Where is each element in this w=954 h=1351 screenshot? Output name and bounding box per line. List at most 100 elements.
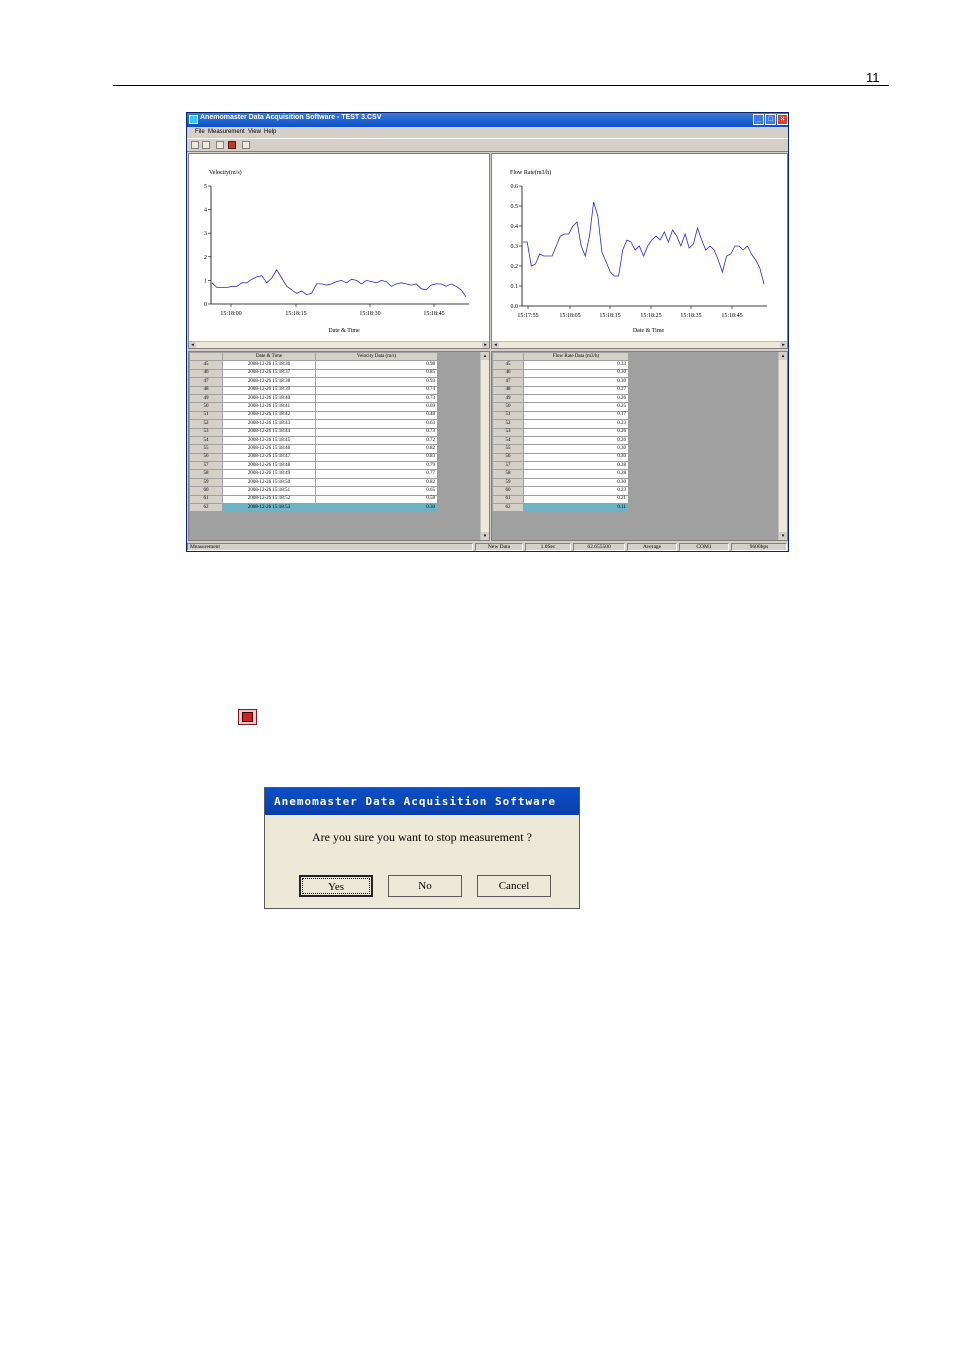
table-row[interactable]: 54 2008-12-26 15:18:45 0.72 bbox=[189, 435, 438, 446]
table-row[interactable]: 61 0.21 bbox=[492, 494, 629, 505]
cell-flow[interactable]: 0.28 bbox=[523, 469, 629, 479]
cell-flow[interactable]: 0.23 bbox=[523, 419, 629, 429]
cell-velocity[interactable]: 0.63 bbox=[315, 419, 438, 429]
cell-velocity[interactable]: 0.73 bbox=[315, 427, 438, 437]
flow-grid-scrollbar[interactable]: ▴ ▾ bbox=[778, 352, 787, 540]
table-row[interactable]: 57 0.28 bbox=[492, 461, 629, 471]
table-row[interactable]: 59 0.30 bbox=[492, 477, 629, 488]
cell-flow[interactable]: 0.26 bbox=[523, 393, 629, 404]
maximize-button[interactable]: □ bbox=[765, 114, 776, 125]
cell-datetime[interactable]: 2008-12-26 15:18:51 bbox=[222, 486, 316, 496]
cell-flow[interactable]: 0.30 bbox=[523, 444, 629, 454]
table-row[interactable]: 56 2008-12-26 15:18:47 0.83 bbox=[189, 452, 438, 463]
table-row[interactable]: 52 2008-12-26 15:18:43 0.63 bbox=[189, 419, 438, 429]
table-row[interactable]: 56 0.30 bbox=[492, 452, 629, 463]
scroll-left-button[interactable]: ◂ bbox=[189, 342, 196, 348]
yes-button[interactable]: Yes bbox=[299, 875, 373, 897]
cell-velocity[interactable]: 0.77 bbox=[315, 469, 438, 479]
cell-datetime[interactable]: 2008-12-26 15:18:42 bbox=[222, 410, 316, 421]
cell-velocity[interactable]: 0.73 bbox=[315, 393, 438, 404]
cell-flow[interactable]: 0.17 bbox=[523, 410, 629, 421]
scroll-right-button[interactable]: ▸ bbox=[482, 342, 489, 348]
cell-velocity[interactable]: 0.93 bbox=[315, 377, 438, 387]
table-row[interactable]: 57 2008-12-26 15:18:48 0.79 bbox=[189, 461, 438, 471]
dialog-title-bar[interactable]: Anemomaster Data Acquisition Software bbox=[265, 788, 579, 815]
table-row[interactable]: 61 2008-12-26 15:18:52 0.58 bbox=[189, 494, 438, 505]
cell-flow[interactable]: 0.30 bbox=[523, 452, 629, 463]
cell-velocity[interactable]: 0.58 bbox=[315, 494, 438, 505]
table-row[interactable]: 55 0.30 bbox=[492, 444, 629, 454]
table-row[interactable]: 46 0.30 bbox=[492, 368, 629, 379]
cell-velocity[interactable]: 0.83 bbox=[315, 452, 438, 463]
column-header-flow[interactable]: Flow Rate Data (m3/h) bbox=[523, 352, 629, 362]
cell-flow[interactable]: 0.33 bbox=[523, 360, 629, 370]
cell-flow[interactable]: 0.21 bbox=[523, 494, 629, 505]
table-row[interactable]: 46 2008-12-26 15:18:37 0.85 bbox=[189, 368, 438, 379]
table-row[interactable]: 60 0.23 bbox=[492, 486, 629, 496]
table-row[interactable]: 51 2008-12-26 15:18:42 0.48 bbox=[189, 410, 438, 421]
scroll-right-button[interactable]: ▸ bbox=[780, 342, 787, 348]
cell-datetime[interactable]: 2008-12-26 15:18:36 bbox=[222, 360, 316, 370]
scroll-up-button[interactable]: ▴ bbox=[481, 352, 489, 360]
minimize-button[interactable]: _ bbox=[753, 114, 764, 125]
cell-velocity[interactable]: 0.85 bbox=[315, 368, 438, 379]
table-row[interactable]: 45 2008-12-26 15:18:36 0.98 bbox=[189, 360, 438, 370]
title-bar[interactable]: Anemomaster Data Acquisition Software - … bbox=[187, 113, 788, 127]
column-header-datetime[interactable]: Date & Time bbox=[222, 352, 316, 362]
cell-flow[interactable]: 0.11 bbox=[523, 503, 629, 513]
cell-velocity[interactable]: 0.98 bbox=[315, 360, 438, 370]
cancel-button[interactable]: Cancel bbox=[477, 875, 551, 897]
cell-datetime[interactable]: 2008-12-26 15:18:38 bbox=[222, 377, 316, 387]
cell-flow[interactable]: 0.30 bbox=[523, 377, 629, 387]
menu-file[interactable]: File bbox=[195, 129, 205, 135]
flow-chart-scrollbar[interactable]: ◂ ▸ bbox=[492, 341, 787, 348]
menu-view[interactable]: View bbox=[248, 129, 261, 135]
cell-datetime[interactable]: 2008-12-26 15:18:39 bbox=[222, 385, 316, 395]
cell-flow[interactable]: 0.23 bbox=[523, 486, 629, 496]
table-row[interactable]: 47 2008-12-26 15:18:38 0.93 bbox=[189, 377, 438, 387]
cell-datetime[interactable]: 2008-12-26 15:18:41 bbox=[222, 402, 316, 412]
cell-flow[interactable]: 0.27 bbox=[523, 385, 629, 395]
cell-velocity[interactable]: 0.72 bbox=[315, 435, 438, 446]
cell-velocity[interactable]: 0.69 bbox=[315, 402, 438, 412]
table-row[interactable]: 62 2008-12-26 15:18:53 0.30 bbox=[189, 503, 438, 513]
table-row[interactable]: 48 0.27 bbox=[492, 385, 629, 395]
cell-datetime[interactable]: 2008-12-26 15:18:37 bbox=[222, 368, 316, 379]
export-icon[interactable] bbox=[242, 141, 250, 149]
table-row[interactable]: 58 2008-12-26 15:18:49 0.77 bbox=[189, 469, 438, 479]
cell-flow[interactable]: 0.28 bbox=[523, 461, 629, 471]
table-row[interactable]: 50 2008-12-26 15:18:41 0.69 bbox=[189, 402, 438, 412]
cell-velocity[interactable]: 0.82 bbox=[315, 477, 438, 488]
cell-flow[interactable]: 0.25 bbox=[523, 402, 629, 412]
table-row[interactable]: 54 0.26 bbox=[492, 435, 629, 446]
cell-velocity[interactable]: 0.30 bbox=[315, 503, 438, 513]
cell-datetime[interactable]: 2008-12-26 15:18:53 bbox=[222, 503, 316, 513]
cell-velocity[interactable]: 0.48 bbox=[315, 410, 438, 421]
table-row[interactable]: 49 2008-12-26 15:18:40 0.73 bbox=[189, 393, 438, 404]
print-icon[interactable] bbox=[216, 141, 224, 149]
table-row[interactable]: 50 0.25 bbox=[492, 402, 629, 412]
cell-velocity[interactable]: 0.82 bbox=[315, 444, 438, 454]
cell-datetime[interactable]: 2008-12-26 15:18:50 bbox=[222, 477, 316, 488]
cell-datetime[interactable]: 2008-12-26 15:18:44 bbox=[222, 427, 316, 437]
velocity-chart-scrollbar[interactable]: ◂ ▸ bbox=[189, 341, 489, 348]
cell-velocity[interactable]: 0.79 bbox=[315, 461, 438, 471]
cell-datetime[interactable]: 2008-12-26 15:18:49 bbox=[222, 469, 316, 479]
cell-datetime[interactable]: 2008-12-26 15:18:46 bbox=[222, 444, 316, 454]
table-row[interactable]: 49 0.26 bbox=[492, 393, 629, 404]
table-row[interactable]: 59 2008-12-26 15:18:50 0.82 bbox=[189, 477, 438, 488]
table-row[interactable]: 53 2008-12-26 15:18:44 0.73 bbox=[189, 427, 438, 437]
cell-datetime[interactable]: 2008-12-26 15:18:47 bbox=[222, 452, 316, 463]
close-button[interactable]: × bbox=[777, 114, 788, 125]
table-row[interactable]: 45 0.33 bbox=[492, 360, 629, 370]
cell-velocity[interactable]: 0.74 bbox=[315, 385, 438, 395]
table-row[interactable]: 60 2008-12-26 15:18:51 0.65 bbox=[189, 486, 438, 496]
table-row[interactable]: 55 2008-12-26 15:18:46 0.82 bbox=[189, 444, 438, 454]
menu-measurement[interactable]: Measurement bbox=[208, 129, 245, 135]
cell-datetime[interactable]: 2008-12-26 15:18:48 bbox=[222, 461, 316, 471]
menu-help[interactable]: Help bbox=[264, 129, 276, 135]
stop-measurement-icon[interactable] bbox=[228, 141, 236, 149]
table-row[interactable]: 48 2008-12-26 15:18:39 0.74 bbox=[189, 385, 438, 395]
cell-flow[interactable]: 0.30 bbox=[523, 368, 629, 379]
cell-velocity[interactable]: 0.65 bbox=[315, 486, 438, 496]
